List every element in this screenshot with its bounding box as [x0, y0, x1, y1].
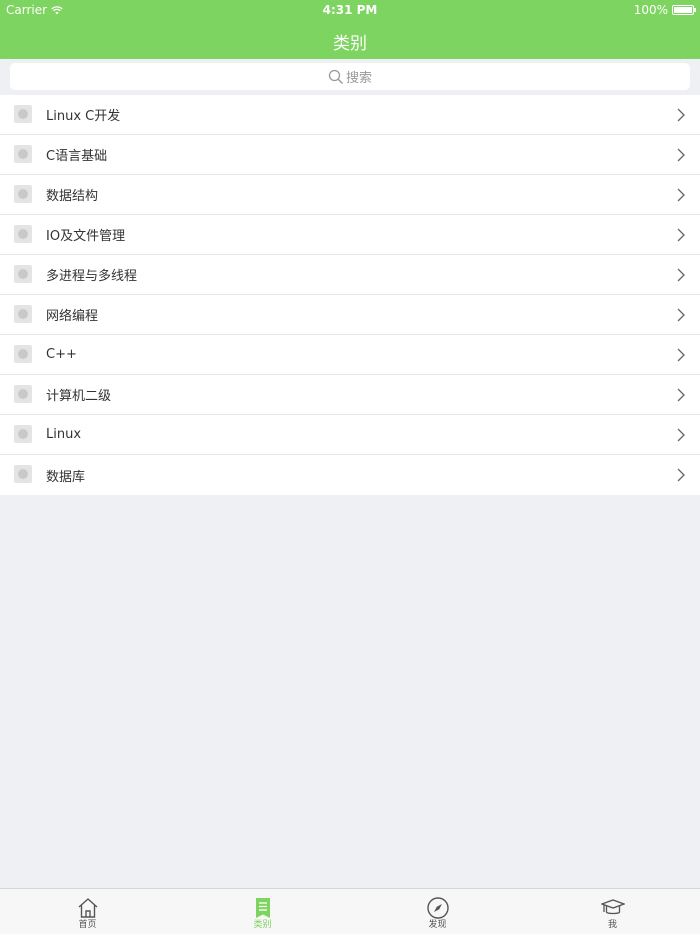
category-row[interactable]: 数据结构 [0, 175, 700, 215]
chevron-right-icon [677, 228, 685, 242]
home-icon [78, 898, 97, 918]
category-row[interactable]: Linux [0, 415, 700, 455]
tab-discover[interactable]: 发现 [350, 889, 525, 934]
category-thumbnail-icon [14, 465, 32, 483]
category-row[interactable]: C++ [0, 335, 700, 375]
chevron-right-icon [677, 308, 685, 322]
tab-category-label: 类别 [253, 920, 272, 930]
category-thumbnail-icon [14, 305, 32, 323]
category-row[interactable]: IO及文件管理 [0, 215, 700, 255]
category-thumbnail-icon [14, 145, 32, 163]
category-label: Linux C开发 [46, 109, 121, 124]
tab-me-label: 我 [607, 920, 617, 930]
page-title: 类别 [333, 34, 367, 54]
chevron-right-icon [677, 348, 685, 362]
category-label: C语言基础 [46, 149, 108, 164]
category-row[interactable]: 多进程与多线程 [0, 255, 700, 295]
category-row[interactable]: C语言基础 [0, 135, 700, 175]
category-label: 数据结构 [46, 189, 99, 204]
category-label: C++ [46, 347, 77, 362]
tab-bar: 首页 类别 发现 我 [0, 888, 700, 934]
category-thumbnail-icon [14, 385, 32, 403]
tab-me[interactable]: 我 [525, 889, 700, 934]
tab-discover-label: 发现 [428, 920, 447, 930]
compass-icon [426, 897, 449, 919]
battery-fill [674, 7, 692, 13]
category-row[interactable]: 计算机二级 [0, 375, 700, 415]
category-label: 网络编程 [46, 309, 99, 324]
search-placeholder: 搜索 [345, 71, 372, 86]
category-label: 计算机二级 [46, 389, 112, 404]
category-thumbnail-icon [14, 345, 32, 363]
chevron-right-icon [677, 108, 685, 122]
chevron-right-icon [677, 468, 685, 482]
category-thumbnail-icon [14, 425, 32, 443]
category-thumbnail-icon [14, 105, 32, 123]
category-label: 多进程与多线程 [46, 269, 138, 284]
category-row[interactable]: Linux C开发 [0, 95, 700, 135]
category-thumbnail-icon [14, 185, 32, 203]
category-list: Linux C开发 C语言基础 数据结构 IO及文件管理 多进程与多线程 网络编… [0, 95, 700, 495]
tab-category[interactable]: 类别 [175, 889, 350, 934]
graduation-cap-icon [600, 899, 625, 915]
category-row[interactable]: 数据库 [0, 455, 700, 495]
chevron-right-icon [677, 428, 685, 442]
tab-home[interactable]: 首页 [0, 889, 175, 934]
search-bar[interactable]: 搜索 [10, 63, 690, 90]
category-label: Linux [46, 427, 82, 442]
search-area: 搜索 [0, 59, 700, 94]
chevron-right-icon [677, 148, 685, 162]
battery-percent: 100% [633, 3, 668, 17]
navigation-header: Carrier 4:31 PM 100% 类别 [0, 0, 700, 59]
category-label: 数据库 [46, 469, 86, 485]
tab-home-label: 首页 [78, 920, 97, 930]
chevron-right-icon [677, 388, 685, 402]
category-row[interactable]: 网络编程 [0, 295, 700, 335]
status-bar: Carrier 4:31 PM 100% [0, 0, 700, 20]
category-label: IO及文件管理 [46, 229, 126, 244]
chevron-right-icon [677, 268, 685, 282]
battery-indicator: 100% [633, 3, 696, 17]
status-time: 4:31 PM [322, 3, 378, 17]
search-icon [328, 69, 343, 84]
battery-icon [672, 5, 696, 15]
chevron-right-icon [677, 188, 685, 202]
category-thumbnail-icon [14, 265, 32, 283]
category-thumbnail-icon [14, 225, 32, 243]
category-list-icon [255, 898, 270, 918]
